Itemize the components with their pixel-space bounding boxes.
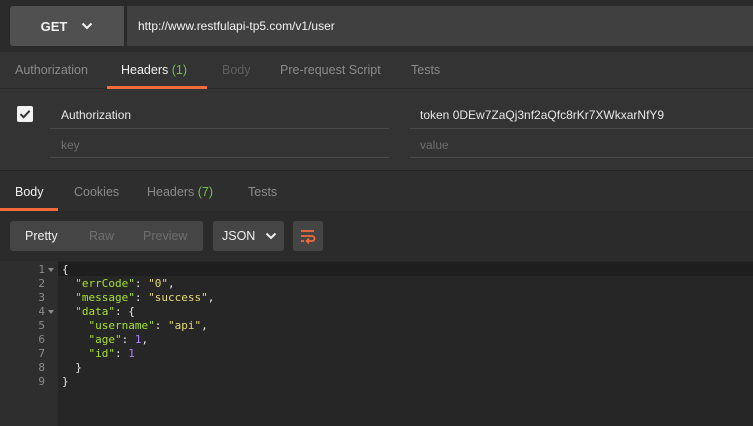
pretty-button[interactable]: Pretty [25, 221, 58, 251]
json-key: "errCode" [75, 277, 135, 290]
json-punctuation [62, 305, 75, 318]
view-mode-group: Pretty Raw Preview [10, 221, 203, 251]
line-number: 8 [38, 361, 45, 374]
json-punctuation: : [121, 333, 135, 346]
wrap-lines-button[interactable] [293, 221, 323, 251]
method-label: GET [40, 18, 68, 34]
chevron-down-icon [266, 232, 277, 240]
json-punctuation [62, 319, 89, 332]
divider [50, 128, 389, 129]
json-punctuation: , [167, 277, 175, 290]
line-number: 1 [38, 263, 45, 276]
code-line: { [62, 263, 69, 277]
tab-body[interactable]: Body [222, 52, 251, 87]
line-number: 7 [38, 347, 45, 360]
header-key-field[interactable]: Authorization [61, 108, 131, 122]
json-punctuation: , [207, 291, 215, 304]
divider [410, 157, 753, 158]
fold-toggle-icon[interactable] [48, 310, 54, 314]
divider [50, 157, 389, 158]
json-punctuation: } [62, 375, 69, 388]
response-tab-tests[interactable]: Tests [248, 174, 277, 209]
tab-authorization[interactable]: Authorization [15, 52, 88, 87]
method-select[interactable]: GET [10, 6, 124, 46]
json-string: "api" [167, 319, 202, 332]
json-punctuation: : [134, 291, 149, 304]
json-punctuation [62, 347, 89, 360]
code-line: } [62, 361, 82, 375]
json-punctuation: , [201, 319, 208, 332]
request-tabs: Authorization Headers (1) Body Pre-reque… [0, 52, 753, 89]
format-label: JSON [222, 229, 256, 243]
json-number: 1 [134, 333, 142, 346]
response-tabs: Body Cookies Headers (7) Tests [0, 170, 753, 211]
json-punctuation: : [134, 277, 149, 290]
json-punctuation: : { [115, 305, 135, 318]
json-punctuation [62, 333, 89, 346]
divider [410, 128, 753, 129]
code-line: "data": { [62, 305, 135, 319]
url-input[interactable]: http://www.restfulapi-tp5.com/v1/user [127, 6, 753, 46]
json-key: "username" [88, 319, 155, 332]
json-key: "age" [88, 333, 122, 346]
checkmark-icon [19, 110, 31, 119]
tab-headers-label: Headers [121, 63, 169, 77]
line-number: 6 [38, 333, 45, 346]
preview-button[interactable]: Preview [143, 221, 187, 251]
json-punctuation: { [62, 263, 69, 276]
code-line: "username": "api", [62, 319, 208, 333]
code-line: "age": 1, [62, 333, 149, 347]
json-key: "data" [75, 305, 115, 318]
json-punctuation [62, 291, 75, 304]
code-line: } [62, 375, 69, 389]
json-punctuation: : [115, 347, 129, 360]
code-line: "id": 1 [62, 347, 135, 361]
chevron-down-icon [82, 22, 93, 30]
new-header-key-field[interactable]: key [61, 138, 80, 152]
tab-headers-count: (1) [171, 63, 188, 77]
response-tab-body[interactable]: Body [15, 174, 44, 209]
json-string: "success" [148, 291, 208, 304]
code-line: "errCode": "0", [62, 277, 175, 291]
json-punctuation: , [141, 333, 149, 346]
wrap-lines-icon [301, 230, 316, 244]
url-text: http://www.restfulapi-tp5.com/v1/user [138, 19, 335, 33]
json-punctuation: : [154, 319, 168, 332]
response-tab-headers-label: Headers [147, 185, 195, 199]
line-number: 4 [38, 305, 45, 318]
active-line-highlight [58, 262, 753, 276]
json-punctuation [62, 277, 75, 290]
header-value-field[interactable]: token 0DEw7ZaQj3nf2aQfc8rKr7XWkxarNfY9 [420, 108, 664, 122]
response-tab-headers-count: (7) [197, 185, 214, 199]
new-header-value-field[interactable]: value [420, 138, 449, 152]
json-key: "message" [75, 291, 135, 304]
json-key: "id" [88, 347, 116, 360]
tab-pre-request-script[interactable]: Pre-request Script [280, 52, 381, 87]
line-number: 9 [38, 375, 45, 388]
header-enabled-checkbox[interactable] [17, 106, 33, 122]
line-number: 2 [38, 277, 45, 290]
code-line: "message": "success", [62, 291, 214, 305]
json-punctuation: } [62, 361, 82, 374]
tab-tests[interactable]: Tests [411, 52, 440, 87]
line-number: 3 [38, 291, 45, 304]
format-select[interactable]: JSON [213, 221, 284, 251]
response-tab-cookies[interactable]: Cookies [74, 174, 119, 209]
response-tab-headers[interactable]: Headers (7) [147, 174, 213, 209]
tab-headers[interactable]: Headers (1) [121, 52, 187, 87]
raw-button[interactable]: Raw [89, 221, 114, 251]
json-number: 1 [128, 347, 135, 360]
fold-toggle-icon[interactable] [48, 268, 54, 272]
line-number: 5 [38, 319, 45, 332]
json-string: "0" [148, 277, 168, 290]
